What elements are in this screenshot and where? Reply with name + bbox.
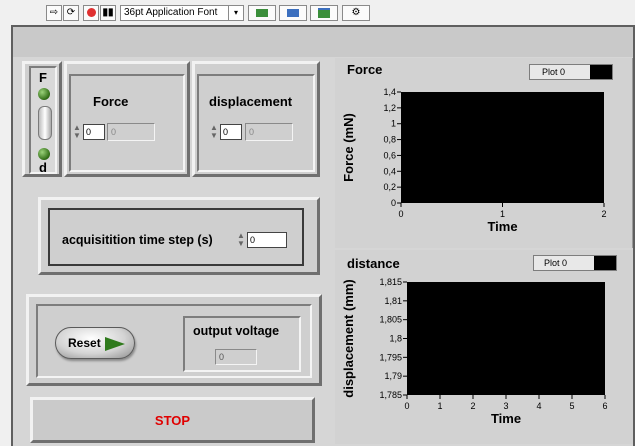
- plot-style-icon: [594, 256, 616, 270]
- output-voltage-indicator: 0: [215, 349, 257, 365]
- force-indicator: 0: [107, 123, 155, 141]
- distance-chart-title: distance: [347, 256, 400, 271]
- distance-y-tick-label: 1,795: [379, 352, 402, 362]
- force-value[interactable]: 0: [83, 124, 105, 140]
- distance-y-tick-label: 1,81: [384, 296, 402, 306]
- force-x-tick-label: 2: [601, 209, 606, 219]
- distance-y-axis-label: displacement (mm): [341, 279, 356, 397]
- mode-switch-frame: F d: [29, 66, 57, 175]
- force-y-tick-label: 1,4: [383, 87, 396, 97]
- font-select[interactable]: 36pt Application Font ▾: [120, 5, 244, 21]
- stop-label: STOP: [154, 413, 191, 428]
- distance-x-axis-label: Time: [491, 411, 521, 426]
- distance-x-tick-label: 6: [602, 401, 607, 411]
- displacement-indicator: 0: [245, 123, 293, 141]
- force-y-tick-label: 0,8: [383, 135, 396, 145]
- force-control-frame: Force ▲ ▼ 0 0: [69, 74, 185, 172]
- distance-x-tick-label: 2: [470, 401, 475, 411]
- chevron-down-icon: ▾: [228, 6, 243, 20]
- force-x-tick-label: 0: [398, 209, 403, 219]
- force-chart: 1,4 1,2 1 0,8 0,6 0,4 0,2 00 1 2 Time Force (mN): [341, 87, 607, 234]
- distance-x-tick-label: 5: [569, 401, 574, 411]
- abort-icon[interactable]: [83, 5, 99, 21]
- panel-top-strip: [13, 27, 633, 57]
- switch-top-label: F: [39, 70, 47, 85]
- plot-style-icon: [590, 65, 612, 79]
- force-x-tick-label: 1: [500, 209, 505, 219]
- stop-button[interactable]: STOP: [30, 397, 315, 443]
- pause-icon[interactable]: ▮▮: [100, 5, 116, 21]
- run-continuously-icon[interactable]: ⟳: [63, 5, 79, 21]
- font-select-label: 36pt Application Font: [124, 7, 218, 18]
- force-y-axis-label: Force (mN): [341, 113, 356, 182]
- distance-x-tick-label: 1: [437, 401, 442, 411]
- distance-y-tick-label: 1,8: [389, 334, 402, 344]
- output-voltage-label: output voltage: [193, 324, 280, 338]
- force-y-tick-label: 0,6: [383, 150, 396, 160]
- acquisition-input[interactable]: ▲ ▼ 0: [236, 232, 288, 248]
- force-y-tick-label: 0,4: [383, 166, 396, 176]
- increment-stepper-icon[interactable]: ▲ ▼: [72, 124, 82, 140]
- resize-objects-icon[interactable]: [310, 5, 338, 21]
- force-chart-title: Force: [347, 62, 383, 77]
- increment-stepper-icon[interactable]: ▲ ▼: [236, 232, 246, 248]
- displacement-led-icon: [38, 148, 50, 160]
- displacement-label: displacement: [209, 94, 293, 109]
- switch-bottom-label: d: [39, 160, 47, 175]
- reset-label: Reset: [68, 336, 101, 350]
- force-plot-area: [401, 92, 604, 203]
- toolbar: ⇨ ⟳ ▮▮ 36pt Application Font ▾ ⚙: [0, 0, 635, 25]
- force-input[interactable]: ▲ ▼ 0: [72, 124, 112, 140]
- displacement-input[interactable]: ▲ ▼ 0: [209, 124, 249, 140]
- led-arrow-icon: [105, 337, 125, 351]
- distance-chart: 1,815 1,81 1,805 1,8 1,795 1,79 1,7850 1 2 3 4 5 6 Ti…: [341, 277, 608, 426]
- force-y-tick-label: 0,2: [383, 182, 396, 192]
- distance-x-tick-label: 4: [536, 401, 541, 411]
- distance-plot-legend[interactable]: Plot 0: [533, 255, 617, 271]
- acquisition-frame: acquisitition time step (s) ▲ ▼ 0: [48, 208, 304, 266]
- acquisition-value[interactable]: 0: [247, 232, 287, 248]
- displacement-control-frame: displacement ▲ ▼ 0 0: [197, 74, 315, 172]
- force-plot-legend-label: Plot 0: [542, 67, 566, 77]
- mode-toggle-switch[interactable]: [38, 106, 52, 140]
- displacement-value[interactable]: 0: [220, 124, 242, 140]
- force-plot-legend[interactable]: Plot 0: [529, 64, 613, 80]
- distance-y-tick-label: 1,805: [379, 315, 402, 325]
- distance-plot-area: [407, 282, 605, 395]
- increment-stepper-icon[interactable]: ▲ ▼: [209, 124, 219, 140]
- distance-y-tick-label: 1,785: [379, 390, 402, 400]
- run-arrow-icon[interactable]: ⇨: [46, 5, 62, 21]
- distance-y-tick-label: 1,815: [379, 277, 402, 287]
- reset-button[interactable]: Reset: [55, 327, 135, 359]
- force-x-axis-label: Time: [487, 219, 517, 234]
- force-y-tick-label: 0: [391, 198, 396, 208]
- force-led-icon: [38, 88, 50, 100]
- distance-x-tick-label: 3: [503, 401, 508, 411]
- distance-x-tick-label: 0: [404, 401, 409, 411]
- force-y-tick-label: 1,2: [383, 103, 396, 113]
- force-y-tick-label: 1: [391, 119, 396, 129]
- force-label: Force: [93, 94, 129, 109]
- distribute-objects-icon[interactable]: [279, 5, 307, 21]
- distance-plot-legend-label: Plot 0: [544, 258, 568, 268]
- output-voltage-frame: output voltage 0: [183, 316, 301, 372]
- distance-y-tick-label: 1,79: [384, 371, 402, 381]
- acquisition-label: acquisitition time step (s): [62, 233, 213, 247]
- reorder-icon[interactable]: ⚙: [342, 5, 370, 21]
- align-objects-icon[interactable]: [248, 5, 276, 21]
